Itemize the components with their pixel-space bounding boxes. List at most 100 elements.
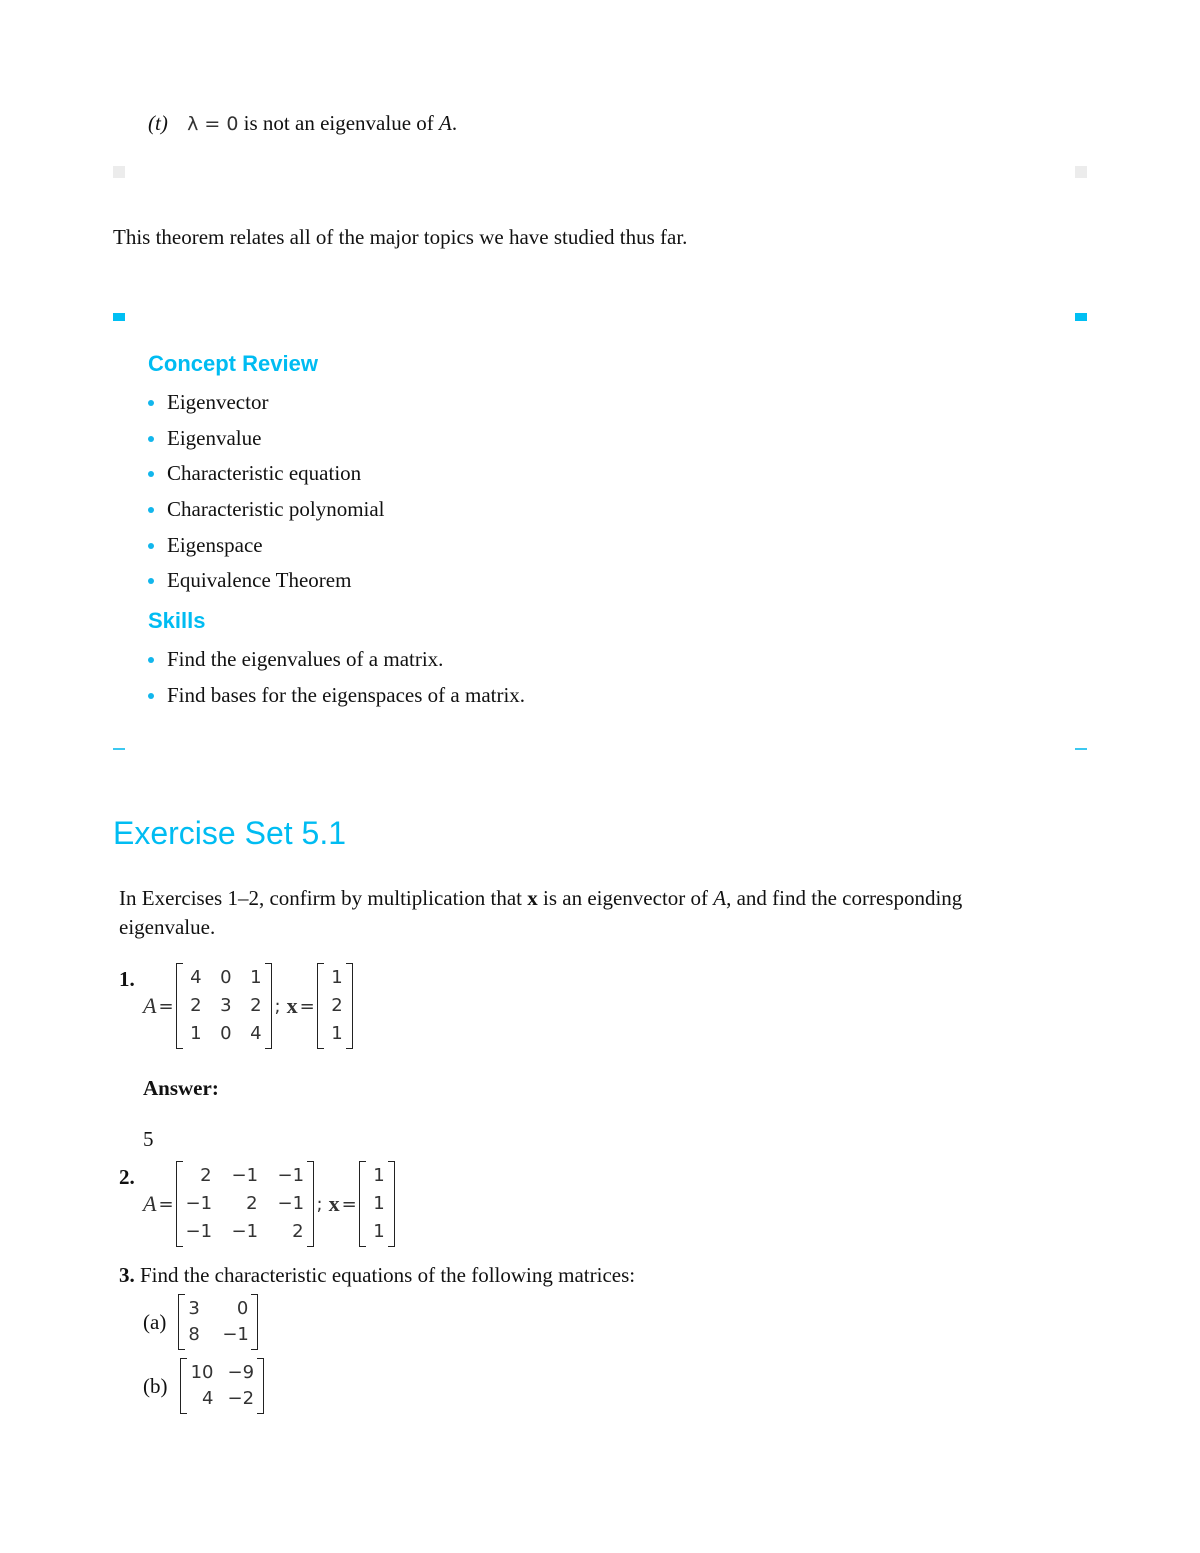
vector-label-x: x (286, 993, 298, 1018)
list-item-text: Eigenspace (167, 532, 263, 557)
exercise-3b: (b) 10 −9 4 −2 (143, 1358, 264, 1414)
matrix-var: A (713, 886, 727, 910)
equals-sign: = (341, 1193, 357, 1215)
matrix-entry: −1 (277, 1193, 305, 1214)
matrix-A: 2 −1 −1 −1 2 −1 −1 −1 2 (175, 1161, 314, 1247)
exercise-1-equation: A = 401232104 ; x = 121 (143, 963, 353, 1049)
matrix-entry: 0 (220, 1023, 232, 1044)
list-item: Eigenvector (148, 389, 385, 425)
matrix-label-A: A (143, 993, 157, 1018)
list-item: Characteristic equation (148, 460, 385, 496)
exercise-3a: (a) 3 0 8 −1 (143, 1294, 259, 1350)
equals-sign: = (158, 995, 174, 1017)
bracket-right (345, 963, 353, 1049)
bracket-right (251, 1294, 259, 1350)
exercise-3-prompt: Find the characteristic equations of the… (140, 1263, 636, 1287)
matrix-entry: 2 (292, 1221, 304, 1242)
section-marker-right (1075, 313, 1087, 321)
matrix-entry: 4 (190, 967, 202, 988)
bullet-icon (148, 692, 154, 699)
vector-entries: 1 2 1 (324, 963, 346, 1049)
list-item-text: Equivalence Theorem (167, 568, 352, 593)
list-item-text: Find bases for the eigenspaces of a matr… (167, 682, 526, 707)
part-label: (b) (143, 1373, 168, 1398)
exercise-set-title: Exercise Set 5.1 (113, 815, 346, 851)
list-item-text: Characteristic equation (167, 461, 362, 486)
matrix-entries: 401232104 (183, 963, 265, 1049)
concept-review-heading: Concept Review (148, 351, 318, 376)
bullet-icon (148, 657, 154, 663)
matrix-entry: 1 (373, 1193, 385, 1214)
bracket-left (358, 1161, 366, 1247)
list-item: Find the eigenvalues of a matrix. (148, 646, 525, 682)
bracket-left (178, 1294, 186, 1350)
bracket-left (175, 1161, 183, 1247)
bullet-icon (148, 578, 154, 585)
separator: ; (274, 995, 281, 1017)
concept-review-list: Eigenvector Eigenvalue Characteristic eq… (148, 389, 385, 603)
answer-value: 5 (143, 1127, 154, 1151)
vector-x: x (527, 886, 538, 910)
matrix-entry: −1 (231, 1165, 259, 1186)
matrix-entries: 3 0 8 −1 (185, 1294, 251, 1350)
bullet-icon (148, 400, 154, 406)
answer-label: Answer: (143, 1076, 219, 1100)
bracket-right (256, 1358, 264, 1414)
bracket-left (175, 963, 183, 1049)
exercise-3-number: 3. (119, 1263, 135, 1287)
matrix-entry: 0 (236, 1298, 249, 1319)
matrix-entry: 0 (220, 967, 232, 988)
exercise-2-equation: A = 2 −1 −1 −1 2 −1 −1 −1 2 ; x = 111 (143, 1161, 395, 1247)
bracket-right (387, 1161, 395, 1247)
vector-entries: 1 1 1 (366, 1161, 388, 1247)
list-item: Eigenspace (148, 532, 385, 568)
exercise-1-number: 1. (119, 967, 135, 991)
matrix-entry: −1 (222, 1324, 249, 1345)
matrix-entry: 1 (331, 1023, 343, 1044)
matrix-entry: 8 (188, 1324, 200, 1345)
bullet-icon (148, 542, 154, 549)
bullet-icon (148, 435, 154, 442)
vector-label-x: x (328, 1191, 340, 1216)
separator: ; (316, 1193, 323, 1215)
list-item-text: Eigenvalue (167, 425, 262, 450)
matrix-3b: 10 −9 4 −2 (179, 1358, 264, 1414)
matrix-entry: 1 (373, 1221, 385, 1242)
matrix-entry: −1 (185, 1221, 213, 1242)
exercise-3: 3. Find the characteristic equations of … (119, 1262, 635, 1288)
skills-list: Find the eigenvalues of a matrix. Find b… (148, 646, 525, 717)
theorem-item-t: (t) λ = 0 is not an eigenvalue of A. (148, 110, 457, 137)
list-item: Characteristic polynomial (148, 496, 385, 532)
matrix-entry: −1 (277, 1165, 305, 1186)
matrix-entry: 3 (220, 995, 232, 1016)
vector-x: 1 2 1 (316, 963, 353, 1049)
matrix-entry: 1 (331, 967, 343, 988)
vector-x: 1 1 1 (358, 1161, 395, 1247)
bullet-icon (148, 507, 154, 514)
lambda-equation: λ = 0 (187, 113, 239, 135)
part-label: (a) (143, 1309, 167, 1334)
list-item: Equivalence Theorem (148, 567, 385, 603)
list-item-text: Characteristic polynomial (167, 497, 385, 522)
bracket-right (264, 963, 272, 1049)
bracket-left (179, 1358, 187, 1414)
equals-sign: = (299, 995, 315, 1017)
theorem-text: is not an eigenvalue of (238, 111, 440, 135)
block-marker-right (1075, 166, 1087, 178)
list-item-text: Find the eigenvalues of a matrix. (167, 647, 444, 671)
matrix-A: 401232104 (175, 963, 272, 1049)
bullet-icon (148, 471, 154, 478)
block-marker-left (113, 166, 125, 178)
matrix-entry: 1 (190, 1023, 202, 1044)
bracket-left (316, 963, 324, 1049)
matrix-entry: 1 (373, 1165, 385, 1186)
matrix-entry: 4 (202, 1388, 214, 1409)
list-item: Eigenvalue (148, 425, 385, 461)
matrix-entry: 2 (250, 995, 262, 1016)
matrix-entry: −2 (227, 1388, 255, 1409)
exercise-2-number: 2. (119, 1165, 135, 1189)
matrix-entries: 2 −1 −1 −1 2 −1 −1 −1 2 (183, 1161, 307, 1247)
exercise-instructions: In Exercises 1–2, confirm by multiplicat… (119, 884, 1019, 942)
list-item-text: Eigenvector (167, 390, 269, 414)
section-marker-left (113, 313, 125, 321)
